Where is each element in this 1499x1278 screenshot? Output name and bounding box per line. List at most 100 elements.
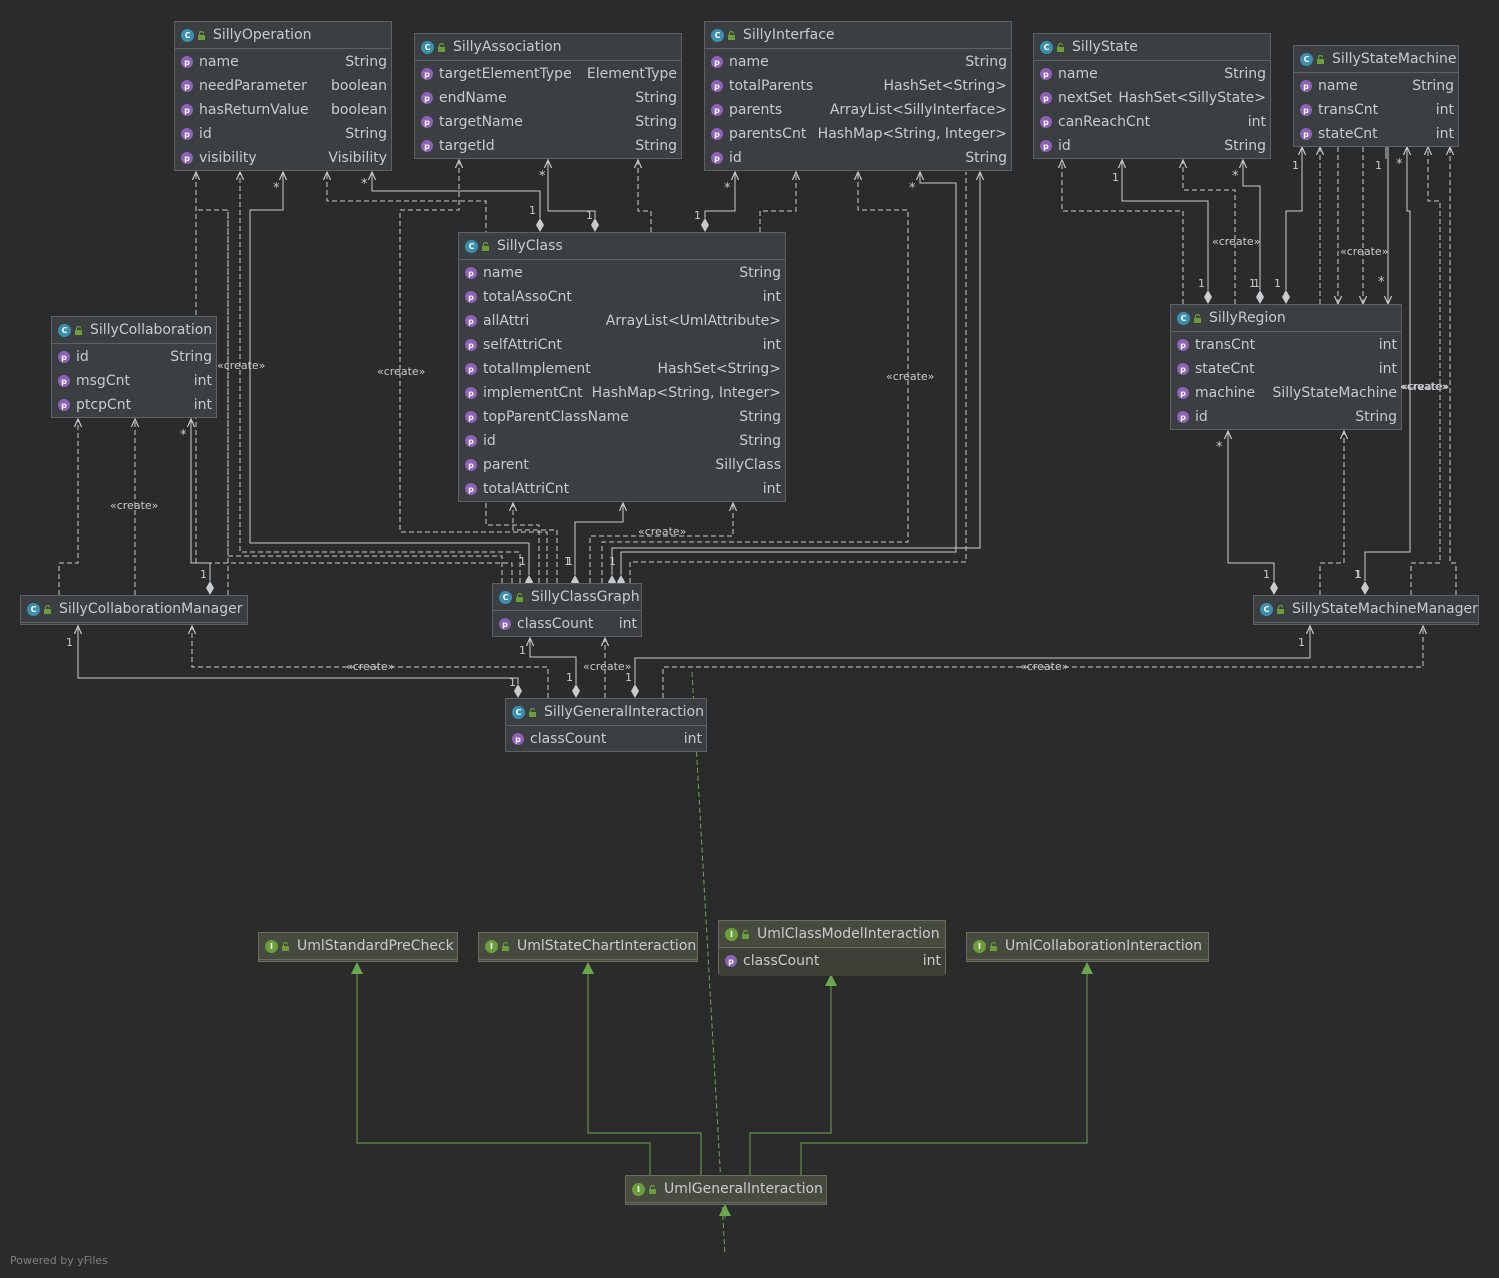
field-name: parents <box>729 102 783 118</box>
node-title: UmlCollaborationInteraction <box>1005 938 1203 954</box>
lock-icon <box>482 241 489 251</box>
field-type: int <box>762 337 781 353</box>
field-type: String <box>1224 138 1266 154</box>
field-row: p selfAttriCnt int <box>459 333 785 357</box>
field-type: int <box>762 481 781 497</box>
property-icon: p <box>1177 363 1189 375</box>
node-title: SillyStateMachineManager <box>1292 601 1478 617</box>
uml-node-silly-association[interactable]: C SillyAssociation p targetElementType Eleme… <box>414 33 682 159</box>
property-icon: p <box>499 618 511 630</box>
uml-node-silly-collaboration-manager[interactable]: C SillyCollaborationManager <box>20 595 248 625</box>
field-row: p allAttri ArrayList<UmlAttribute> <box>459 309 785 333</box>
property-icon: p <box>181 104 193 116</box>
node-title: SillyGeneralInteraction <box>544 704 704 720</box>
uml-node-silly-class-graph[interactable]: C SillyClassGraph p classCount int <box>492 583 642 637</box>
lock-icon <box>529 707 536 717</box>
field-name: name <box>199 54 239 70</box>
property-icon: p <box>1040 92 1052 104</box>
field-name: parent <box>483 457 529 473</box>
lock-icon <box>1317 54 1324 64</box>
lock-icon <box>1194 313 1201 323</box>
lock-icon <box>198 30 205 40</box>
create-dependency-line <box>1183 160 1236 304</box>
field-type: int <box>1378 337 1397 353</box>
class-icon: C <box>1040 40 1053 54</box>
field-name: msgCnt <box>76 373 130 389</box>
uml-node-silly-region[interactable]: C SillyRegion p transCnt int p stateCnt int p mac… <box>1170 304 1402 430</box>
property-icon: p <box>512 733 524 745</box>
node-title: UmlStateChartInteraction <box>517 938 697 954</box>
node-header: C SillyStateMachine <box>1294 46 1458 73</box>
uml-node-uml-state-chart-interaction[interactable]: I UmlStateChartInteraction <box>478 932 698 962</box>
stereotype-label: «create» <box>886 370 935 383</box>
field-name: allAttri <box>483 313 530 329</box>
node-header: C SillyInterface <box>705 22 1011 49</box>
field-name: id <box>76 349 89 365</box>
composition-line <box>78 626 518 684</box>
multiplicity-label: 1 <box>586 209 593 222</box>
node-header: C SillyClass <box>459 233 785 260</box>
create-dependency-line <box>58 419 78 595</box>
field-row: p needParameter boolean <box>175 74 391 98</box>
field-type: HashSet<String> <box>657 361 781 377</box>
uml-node-uml-general-interaction[interactable]: I UmlGeneralInteraction <box>625 1175 827 1205</box>
lock-icon <box>990 941 997 951</box>
uml-node-silly-class[interactable]: C SillyClass p name String p totalAssoCnt int p a… <box>458 232 786 502</box>
field-type: int <box>683 731 702 747</box>
multiplicity-label: * <box>1232 169 1239 184</box>
class-icon: C <box>1177 311 1190 325</box>
uml-node-silly-collaboration[interactable]: C SillyCollaboration p id String p msgCnt int p p… <box>51 316 217 418</box>
property-icon: p <box>465 291 477 303</box>
field-type: Visibility <box>328 150 387 166</box>
node-title: SillyInterface <box>743 27 835 43</box>
uml-node-silly-state-machine-manager[interactable]: C SillyStateMachineManager <box>1253 595 1479 625</box>
create-dependency-line <box>196 209 503 583</box>
field-row: p totalParents HashSet<String> <box>705 74 1011 98</box>
field-type: ArrayList<UmlAttribute> <box>605 313 781 329</box>
field-row: p classCount int <box>719 949 945 973</box>
field-list: p id String p msgCnt int p ptcpCnt int <box>52 344 216 420</box>
uml-node-silly-interface[interactable]: C SillyInterface p name String p totalParents H… <box>704 21 1012 171</box>
field-type: SillyStateMachine <box>1272 385 1397 401</box>
field-name: machine <box>1195 385 1256 401</box>
field-name: name <box>729 54 769 70</box>
field-name: targetId <box>439 138 495 154</box>
class-icon: C <box>512 705 525 719</box>
multiplicity-label: * <box>1378 275 1385 290</box>
field-name: implementCnt <box>483 385 583 401</box>
stereotype-label: «create» <box>217 359 266 372</box>
field-type: boolean <box>331 78 387 94</box>
uml-node-silly-general-interaction[interactable]: C SillyGeneralInteraction p classCount int <box>505 698 707 752</box>
node-header: C SillyRegion <box>1171 305 1401 332</box>
property-icon: p <box>1177 411 1189 423</box>
uml-node-uml-collaboration-interaction[interactable]: I UmlCollaborationInteraction <box>966 932 1209 962</box>
field-row: p totalAssoCnt int <box>459 285 785 309</box>
lock-icon <box>44 604 51 614</box>
composition-line <box>191 419 210 581</box>
field-name: id <box>483 433 496 449</box>
interface-icon: I <box>973 939 986 953</box>
field-type: int <box>1378 361 1397 377</box>
property-icon: p <box>421 68 433 80</box>
field-name: stateCnt <box>1195 361 1255 377</box>
field-row: p id String <box>1034 134 1270 158</box>
field-row: p stateCnt int <box>1171 357 1401 381</box>
uml-node-silly-operation[interactable]: C SillyOperation p name String p needParameter… <box>174 21 392 171</box>
field-type: int <box>922 953 941 969</box>
multiplicity-label: 1 <box>66 636 73 649</box>
uml-node-silly-state-machine[interactable]: C SillyStateMachine p name String p transCnt in… <box>1293 45 1459 147</box>
create-dependency-line <box>589 503 733 583</box>
uml-node-uml-class-model-interaction[interactable]: I UmlClassModelInteraction p classCount int <box>718 920 946 976</box>
field-name: id <box>729 150 742 166</box>
field-row: p nextSet HashSet<SillyState> <box>1034 86 1270 110</box>
property-icon: p <box>465 363 477 375</box>
multiplicity-label: 1 <box>1298 636 1305 649</box>
field-list: p classCount int <box>506 726 706 754</box>
multiplicity-label: * <box>539 169 546 184</box>
uml-node-uml-standard-pre-check[interactable]: I UmlStandardPreCheck <box>258 932 458 962</box>
field-list: p name String p nextSet HashSet<SillyState> p c… <box>1034 61 1270 161</box>
field-type: String <box>1224 66 1266 82</box>
field-row: p parents ArrayList<SillyInterface> <box>705 98 1011 122</box>
field-row: p name String <box>175 50 391 74</box>
uml-node-silly-state[interactable]: C SillyState p name String p nextSet HashSet<Si… <box>1033 33 1271 159</box>
